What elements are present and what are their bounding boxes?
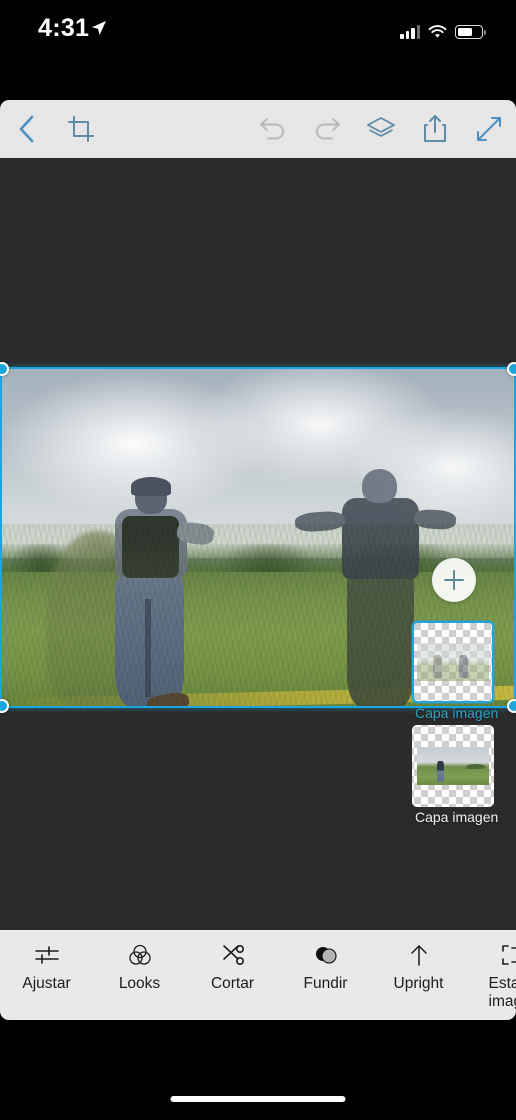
tool-ajustar[interactable]: Ajustar — [0, 942, 93, 993]
layer-thumbnail-0[interactable] — [412, 621, 494, 703]
battery-icon — [455, 25, 486, 39]
layers-button[interactable] — [354, 100, 408, 158]
editor-canvas[interactable]: Capa imagen Capa imagen — [0, 158, 516, 930]
expand-diagonal-icon — [477, 117, 501, 141]
tool-looks[interactable]: Looks — [93, 942, 186, 993]
location-arrow-icon — [92, 21, 106, 35]
tool-estado-imagen[interactable]: Estado imagen — [465, 942, 516, 1011]
add-layer-button[interactable] — [432, 558, 476, 602]
layer-thumbnail-image-0 — [417, 643, 489, 681]
redo-arrow-icon — [316, 118, 340, 140]
undo-button[interactable] — [246, 100, 300, 158]
blend-circles-icon — [313, 942, 339, 968]
sliders-icon — [34, 942, 60, 968]
status-bar: 4:31 — [0, 0, 516, 62]
status-indicators — [400, 19, 486, 39]
fullscreen-button[interactable] — [462, 100, 516, 158]
venn-circles-icon — [128, 942, 152, 968]
layer-item-0[interactable]: Capa imagen — [412, 621, 516, 721]
tool-label-fundir: Fundir — [303, 975, 348, 992]
crop-icon — [68, 116, 94, 142]
back-button[interactable] — [0, 100, 54, 158]
bottom-toolbar: Ajustar Looks Cortar Fundir Upright Esta… — [0, 930, 516, 1020]
layer-label-1: Capa imagen — [415, 809, 499, 825]
tool-label-upright: Upright — [393, 975, 444, 992]
tool-fundir[interactable]: Fundir — [279, 942, 372, 993]
undo-arrow-icon — [260, 118, 284, 140]
tool-upright[interactable]: Upright — [372, 942, 465, 993]
tool-label-estado-imagen: Estado imagen — [488, 975, 516, 1010]
status-time: 4:31 — [38, 14, 90, 42]
layer-label-0: Capa imagen — [415, 705, 499, 721]
redo-button[interactable] — [300, 100, 354, 158]
tool-cortar[interactable]: Cortar — [186, 942, 279, 993]
crop-button[interactable] — [54, 100, 108, 158]
tool-label-ajustar: Ajustar — [22, 975, 71, 992]
top-toolbar — [0, 100, 516, 158]
layer-thumbnail-image-1 — [417, 747, 489, 785]
wifi-icon — [428, 25, 447, 38]
chevron-left-icon — [19, 115, 34, 143]
layers-stack-icon — [367, 117, 395, 137]
layer-item-1[interactable]: Capa imagen — [412, 725, 516, 825]
tool-label-looks: Looks — [118, 975, 161, 992]
cellular-signal-icon — [400, 25, 420, 39]
image-state-icon — [500, 942, 516, 968]
scissors-icon — [220, 942, 246, 968]
up-arrow-icon — [407, 942, 431, 968]
layer-thumbnail-1[interactable] — [412, 725, 494, 807]
share-export-icon — [424, 115, 446, 142]
plus-icon — [444, 570, 464, 590]
app-root: 4:31 Capa imagen Capa imagen Ajustar Loo… — [0, 0, 516, 1120]
share-button[interactable] — [408, 100, 462, 158]
layers-panel: Capa imagen Capa imagen — [412, 621, 516, 829]
tool-label-cortar: Cortar — [210, 975, 255, 992]
home-indicator[interactable] — [170, 1096, 346, 1102]
